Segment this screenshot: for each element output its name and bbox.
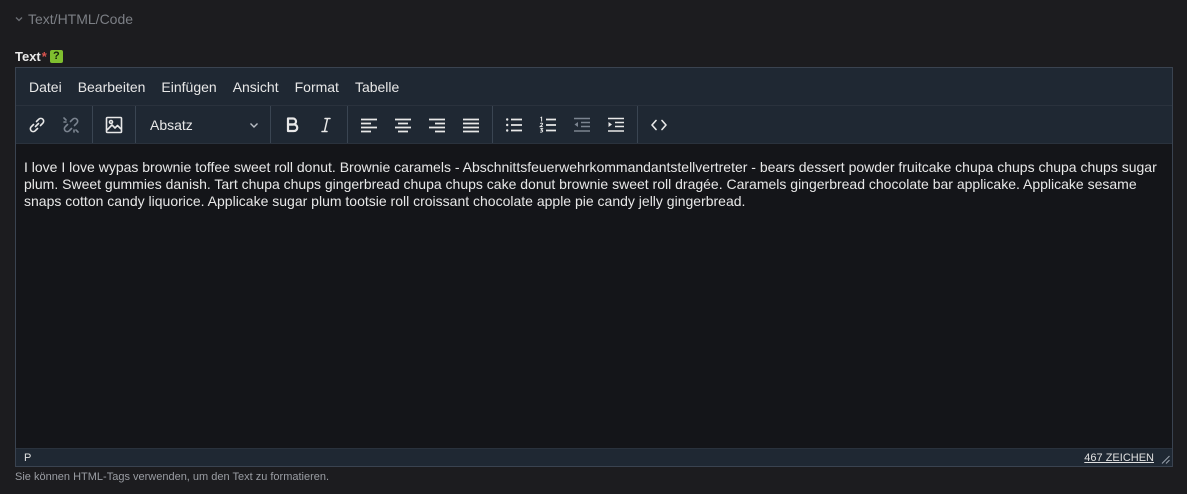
element-path[interactable]: P xyxy=(24,452,31,464)
menu-datei[interactable]: Datei xyxy=(21,79,70,95)
toolbar-group-code xyxy=(638,106,680,143)
indent-icon xyxy=(608,117,624,132)
menu-einfuegen[interactable]: Einfügen xyxy=(153,79,224,95)
toolbar-group-image xyxy=(93,106,136,143)
outdent-button[interactable] xyxy=(565,110,599,140)
character-count[interactable]: 467 ZEICHEN xyxy=(1084,452,1154,464)
bullet-list-button[interactable] xyxy=(497,110,531,140)
unlink-icon xyxy=(63,116,79,133)
link-button[interactable] xyxy=(20,110,54,140)
chevron-down-icon xyxy=(250,122,258,128)
toolbar-group-blocks: Absatz xyxy=(136,106,271,143)
source-code-icon xyxy=(651,119,667,130)
menu-format[interactable]: Format xyxy=(287,79,347,95)
align-right-icon xyxy=(429,118,445,132)
menu-bearbeiten[interactable]: Bearbeiten xyxy=(70,79,154,95)
section-title: Text/HTML/Code xyxy=(28,11,134,27)
italic-icon xyxy=(321,117,331,132)
link-icon xyxy=(29,117,45,132)
field-label: Text * ? xyxy=(15,49,63,64)
align-justify-icon xyxy=(463,118,479,132)
image-button[interactable] xyxy=(97,110,131,140)
bold-button[interactable] xyxy=(275,110,309,140)
field-label-text: Text xyxy=(15,49,41,64)
toolbar: Absatz xyxy=(16,106,1172,144)
toolbar-group-align xyxy=(348,106,493,143)
align-right-button[interactable] xyxy=(420,110,454,140)
menubar: Datei Bearbeiten Einfügen Ansicht Format… xyxy=(16,68,1172,106)
menu-tabelle[interactable]: Tabelle xyxy=(347,79,407,95)
bullet-list-icon xyxy=(506,117,522,132)
unlink-button[interactable] xyxy=(54,110,88,140)
source-code-button[interactable] xyxy=(642,110,676,140)
image-icon xyxy=(105,116,123,133)
bold-icon xyxy=(286,116,299,132)
align-left-button[interactable] xyxy=(352,110,386,140)
numbered-list-button[interactable] xyxy=(531,110,565,140)
required-mark: * xyxy=(41,49,47,64)
block-format-select[interactable]: Absatz xyxy=(140,110,266,140)
help-hint: Sie können HTML-Tags verwenden, um den T… xyxy=(15,471,330,483)
rich-text-editor: Datei Bearbeiten Einfügen Ansicht Format… xyxy=(15,67,1173,467)
section-header[interactable]: Text/HTML/Code xyxy=(14,11,133,27)
align-justify-button[interactable] xyxy=(454,110,488,140)
help-icon[interactable]: ? xyxy=(49,50,63,63)
block-format-value: Absatz xyxy=(150,116,193,133)
indent-button[interactable] xyxy=(599,110,633,140)
toolbar-group-text-style xyxy=(271,106,348,143)
chevron-down-icon xyxy=(15,17,23,22)
italic-button[interactable] xyxy=(309,110,343,140)
align-left-icon xyxy=(361,118,377,132)
toolbar-group-link xyxy=(16,106,93,143)
outdent-icon xyxy=(574,117,590,132)
editor-content[interactable]: I love I love wypas brownie toffee sweet… xyxy=(16,145,1172,448)
resize-handle-icon[interactable] xyxy=(1161,455,1170,464)
align-center-button[interactable] xyxy=(386,110,420,140)
editor-statusbar: P 467 ZEICHEN xyxy=(16,448,1172,466)
toolbar-group-lists xyxy=(493,106,638,143)
align-center-icon xyxy=(395,118,411,132)
menu-ansicht[interactable]: Ansicht xyxy=(225,79,287,95)
numbered-list-icon xyxy=(538,115,556,133)
